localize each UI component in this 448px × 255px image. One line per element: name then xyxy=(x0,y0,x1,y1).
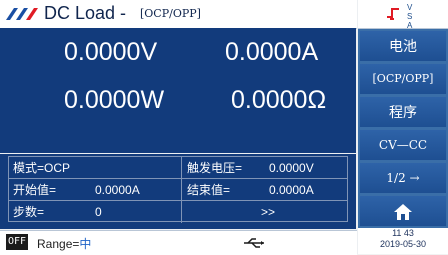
mode-tag: [OCP/OPP] xyxy=(140,7,201,20)
mode-label: 模式=OCP xyxy=(13,161,71,175)
trigger-voltage-value[interactable]: 0.0000V xyxy=(269,157,314,179)
cv-cc-button[interactable]: CV—CC xyxy=(358,128,448,162)
measurement-panel: 0.0000V 0.0000A 0.0000W 0.0000Ω xyxy=(0,28,356,153)
param-row-3: 步数= 0 >> xyxy=(8,200,348,223)
trigger-voltage-label: 触发电压= xyxy=(187,161,243,175)
parameter-panel: 模式=OCP 触发电压= 0.0000V 开始值= 0.0000A 结束值= 0… xyxy=(0,154,356,229)
date: 2019-05-30 xyxy=(379,239,427,249)
end-label: 结束值= xyxy=(187,183,231,197)
param-row-2: 开始值= 0.0000A 结束值= 0.0000A xyxy=(8,178,348,201)
param-divider xyxy=(181,179,182,201)
program-button[interactable]: 程序 xyxy=(358,95,448,129)
home-icon xyxy=(394,204,412,220)
range-value: 中 xyxy=(79,237,92,251)
title-bar: DC Load - [OCP/OPP] xyxy=(0,0,357,29)
voltage-readout: 0.0000V xyxy=(64,38,158,66)
more-button[interactable]: >> xyxy=(261,201,275,223)
param-row-1: 模式=OCP 触发电压= 0.0000V xyxy=(8,156,348,179)
param-divider xyxy=(181,157,182,179)
clock: 11 43 2019-05-30 xyxy=(358,228,448,254)
logo xyxy=(4,4,38,24)
page-next-button[interactable]: 1/2 → xyxy=(358,161,448,195)
time: 11 43 xyxy=(392,228,414,238)
end-value[interactable]: 0.0000A xyxy=(269,179,314,201)
home-button[interactable] xyxy=(358,194,448,228)
trigger-icon xyxy=(387,8,399,20)
start-label: 开始值= xyxy=(13,183,57,197)
bottom-status-bar: OFF Range=中 xyxy=(0,230,357,255)
resistance-readout: 0.0000Ω xyxy=(231,86,327,114)
steps-label: 步数= xyxy=(13,205,45,219)
param-divider xyxy=(181,201,182,223)
start-value[interactable]: 0.0000A xyxy=(95,179,140,201)
app-title: DC Load - xyxy=(44,3,127,23)
current-readout: 0.0000A xyxy=(225,38,319,66)
status-top: V S A xyxy=(358,0,448,30)
steps-value[interactable]: 0 xyxy=(95,201,102,223)
battery-button[interactable]: 电池 xyxy=(358,29,448,63)
ocp-opp-button[interactable]: [OCP/OPP] xyxy=(358,62,448,96)
vsa-indicator: V S A xyxy=(407,3,413,30)
range-label: Range= xyxy=(37,237,80,251)
device-screen: DC Load - [OCP/OPP] V S A 0.0000V 0.0000… xyxy=(0,0,448,255)
output-state: OFF xyxy=(6,234,28,250)
usb-icon xyxy=(244,238,264,248)
range-indicator: Range=中 xyxy=(37,235,91,252)
power-readout: 0.0000W xyxy=(64,86,165,114)
